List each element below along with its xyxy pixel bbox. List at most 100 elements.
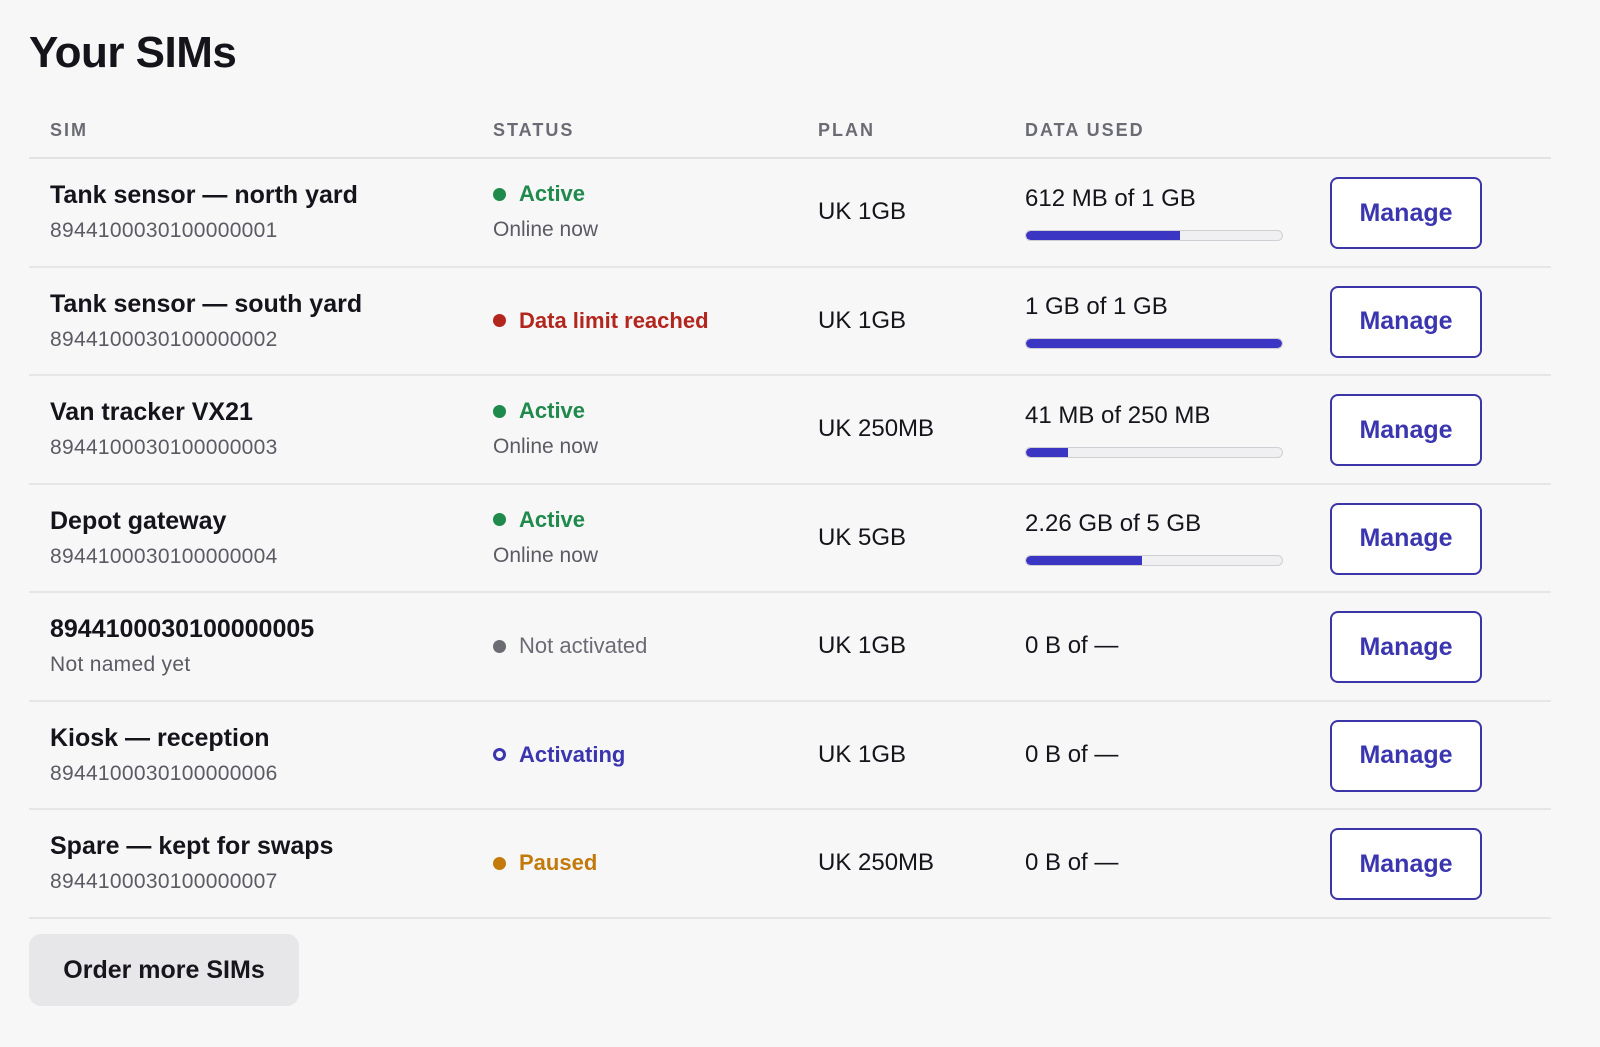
status-dot-icon <box>493 856 506 870</box>
status-cell: Paused <box>493 810 597 916</box>
usage-progress-fill <box>1026 556 1142 565</box>
status-cell: Active Online now <box>493 376 598 482</box>
plan-cell: UK 1GB <box>818 740 907 768</box>
data-used-text: 2.26 GB of 5 GB <box>1025 510 1202 537</box>
table-row: Tank sensor — north yard 8944100030100000… <box>29 159 1551 268</box>
status-subtext: Online now <box>493 543 599 567</box>
status-cell: Data limit reached <box>493 268 709 374</box>
plan-cell: UK 250MB <box>818 415 935 442</box>
data-used-text: 41 MB of 250 MB <box>1025 401 1211 429</box>
usage-progress-fill <box>1026 447 1068 457</box>
manage-button[interactable]: Manage <box>1330 502 1482 575</box>
sim-subtext: 8944100030100000004 <box>50 544 278 568</box>
sim-subtext: Not named yet <box>50 653 191 676</box>
status-badge: Active <box>493 505 598 535</box>
sim-subtext: 8944100030100000002 <box>50 327 278 351</box>
sim-cell: Tank sensor — north yard 8944100030100000… <box>50 179 358 246</box>
sims-page: Your SIMs SIM STATUS PLAN DATA USED Tank… <box>29 0 1551 1047</box>
sim-name: Van tracker VX21 <box>50 398 253 426</box>
sim-cell: Van tracker VX21 8944100030100000003 <box>50 396 278 463</box>
status-badge: Paused <box>493 848 597 878</box>
table-row: Kiosk — reception 8944100030100000006 Acti… <box>29 702 1551 810</box>
status-badge: Not activated <box>493 631 647 661</box>
status-cell: Active Online now <box>493 485 598 591</box>
status-subtext: Online now <box>493 218 599 241</box>
sim-cell: Tank sensor — south yard 8944100030100000… <box>50 288 362 355</box>
status-label: Active <box>519 181 586 206</box>
plan-cell: UK 5GB <box>818 523 907 551</box>
usage-progress-bar <box>1025 229 1283 241</box>
column-header-data-used: DATA USED <box>1025 120 1145 140</box>
sim-cell: Depot gateway 8944100030100000004 <box>50 505 278 572</box>
data-used-text: 0 B of — <box>1025 632 1119 659</box>
manage-button[interactable]: Manage <box>1330 719 1482 792</box>
page-title: Your SIMs <box>29 28 237 77</box>
plan-cell: UK 1GB <box>818 306 907 334</box>
data-used-cell: 2.26 GB of 5 GB <box>1025 485 1283 591</box>
status-cell: Active Online now <box>493 159 598 265</box>
table-row: Van tracker VX21 8944100030100000003 Activ… <box>29 376 1551 485</box>
data-used-cell: 0 B of — <box>1025 702 1118 808</box>
table-header: SIM STATUS PLAN DATA USED <box>29 106 1551 159</box>
status-subtext: Online now <box>493 435 599 458</box>
usage-progress-fill <box>1026 339 1282 348</box>
sim-cell: Kiosk — reception 8944100030100000006 <box>50 722 278 789</box>
sim-name: Tank sensor — north yard <box>50 181 358 209</box>
table-body: Tank sensor — north yard 8944100030100000… <box>29 159 1551 919</box>
usage-progress-fill <box>1026 230 1180 240</box>
sims-table: SIM STATUS PLAN DATA USED Tank sensor — … <box>29 106 1551 919</box>
sim-subtext: 8944100030100000006 <box>50 761 278 785</box>
order-more-sims-button[interactable]: Order more SIMs <box>29 934 299 1006</box>
data-used-text: 1 GB of 1 GB <box>1025 293 1168 320</box>
manage-button[interactable]: Manage <box>1330 828 1482 900</box>
data-used-text: 0 B of — <box>1025 849 1119 876</box>
data-used-cell: 0 B of — <box>1025 810 1118 916</box>
status-cell: Not activated <box>493 593 647 699</box>
usage-progress-bar <box>1025 555 1283 566</box>
data-used-text: 612 MB of 1 GB <box>1025 184 1196 212</box>
plan-cell: UK 1GB <box>818 632 907 659</box>
sim-name: Kiosk — reception <box>50 723 270 752</box>
status-badge: Activating <box>493 740 625 770</box>
manage-button[interactable]: Manage <box>1330 285 1482 358</box>
sim-name: Spare — kept for swaps <box>50 832 334 860</box>
manage-button[interactable]: Manage <box>1330 394 1482 466</box>
sim-name: 8944100030100000005 <box>50 615 315 643</box>
status-dot-icon <box>493 513 506 526</box>
sim-subtext: 8944100030100000007 <box>50 870 278 893</box>
sim-subtext: 8944100030100000003 <box>50 436 278 459</box>
manage-button[interactable]: Manage <box>1330 611 1482 683</box>
status-cell: Activating <box>493 702 625 808</box>
table-row: Tank sensor — south yard 8944100030100000… <box>29 268 1551 376</box>
status-label: Data limit reached <box>519 307 709 333</box>
status-label: Active <box>519 398 586 423</box>
status-label: Active <box>519 506 586 532</box>
sim-name: Depot gateway <box>50 506 227 535</box>
usage-progress-bar <box>1025 338 1283 349</box>
sim-cell: 8944100030100000005 Not named yet <box>50 613 314 680</box>
status-label: Activating <box>519 741 626 767</box>
column-header-plan: PLAN <box>818 120 875 140</box>
status-badge: Active <box>493 396 598 426</box>
status-badge: Active <box>493 179 598 209</box>
table-row: Spare — kept for swaps 894410003010000000… <box>29 810 1551 919</box>
status-dot-icon <box>493 404 506 418</box>
column-header-status: STATUS <box>493 120 575 140</box>
status-label: Not activated <box>519 633 648 658</box>
sim-subtext: 8944100030100000001 <box>50 219 278 242</box>
data-used-cell: 41 MB of 250 MB <box>1025 376 1283 482</box>
status-dot-icon <box>493 187 506 201</box>
status-dot-icon <box>493 639 506 653</box>
table-row: Depot gateway 8944100030100000004 Active On… <box>29 485 1551 593</box>
column-header-sim: SIM <box>50 120 89 140</box>
manage-button[interactable]: Manage <box>1330 177 1482 249</box>
table-row: 8944100030100000005 Not named yet Not acti… <box>29 593 1551 702</box>
data-used-cell: 0 B of — <box>1025 593 1118 699</box>
data-used-cell: 1 GB of 1 GB <box>1025 268 1283 374</box>
sim-cell: Spare — kept for swaps 894410003010000000… <box>50 830 333 897</box>
plan-cell: UK 1GB <box>818 198 907 225</box>
data-used-text: 0 B of — <box>1025 740 1119 768</box>
sim-name: Tank sensor — south yard <box>50 289 363 318</box>
status-badge: Data limit reached <box>493 306 709 336</box>
usage-progress-bar <box>1025 446 1283 458</box>
